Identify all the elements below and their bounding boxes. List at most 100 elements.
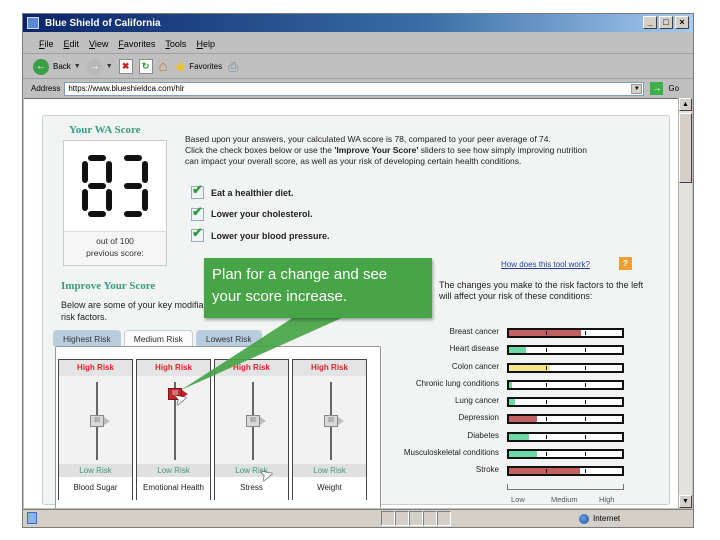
slider-handle[interactable]: III (246, 415, 266, 427)
risk-bar-tick (584, 400, 586, 405)
risk-row: Diabetes (389, 429, 665, 446)
risk-bar-tick (546, 348, 548, 353)
address-bar: Address https://www.blueshieldca.com/hlr… (23, 80, 693, 97)
refresh-icon: ↻ (138, 59, 153, 74)
maximize-button[interactable]: □ (659, 16, 673, 29)
risk-tabs: Highest Risk Medium Risk Lowest Risk (53, 330, 265, 346)
back-button[interactable]: ← Back ▼ (33, 58, 81, 75)
go-button[interactable]: Go (668, 84, 679, 93)
risk-bar-tick (584, 469, 586, 474)
status-cell (437, 511, 451, 526)
back-dropdown-icon[interactable]: ▼ (74, 63, 81, 70)
high-risk-label: High Risk (293, 360, 366, 376)
risk-bar (507, 328, 624, 338)
scroll-thumb[interactable] (679, 113, 692, 183)
previous-score-label: previous score: (86, 248, 144, 258)
risk-row: Depression (389, 411, 665, 428)
risk-bar-fill (509, 364, 550, 371)
scroll-down-button[interactable]: ▼ (679, 495, 692, 508)
menu-help[interactable]: Help (196, 39, 215, 49)
improvement-checklist: Eat a healthier diet. Lower your cholest… (191, 182, 330, 247)
risk-bar-tick (546, 331, 548, 335)
menu-tools[interactable]: Tools (165, 39, 186, 49)
minimize-button[interactable]: _ (643, 16, 657, 29)
go-arrow-icon[interactable]: → (650, 82, 664, 95)
risk-bar (507, 345, 624, 356)
risk-bar-tick (546, 417, 548, 422)
refresh-button[interactable]: ↻ (138, 59, 153, 74)
risk-bar (507, 397, 624, 408)
title-bar: Blue Shield of California _ □ × (23, 14, 693, 32)
print-icon: ⎙ (228, 58, 239, 74)
risk-label: Lung cancer (454, 396, 499, 406)
check-label: Lower your blood pressure. (211, 230, 330, 241)
status-cell (395, 511, 409, 526)
back-icon: ← (33, 58, 49, 75)
help-icon[interactable]: ? (619, 257, 632, 270)
checkbox-checked-icon[interactable] (191, 204, 204, 221)
checkbox-checked-icon[interactable] (191, 182, 204, 200)
digit-segment (88, 183, 106, 189)
intro-line-2-pre: Click the check boxes below or use the (185, 145, 335, 155)
close-button[interactable]: × (675, 16, 689, 29)
favorites-button[interactable]: ★ Favorites (174, 58, 222, 76)
digit-segment (88, 155, 106, 161)
menu-edit[interactable]: Edit (64, 39, 80, 49)
browser-window: Blue Shield of California _ □ × File Edi… (22, 13, 694, 528)
risk-row: Stroke (389, 463, 665, 480)
score-digit (82, 155, 112, 217)
callout-line-1: Plan for a change and see (212, 266, 388, 283)
intro-line-3: can impact your overall score, as well a… (185, 156, 522, 166)
stop-button[interactable]: ✖ (118, 59, 133, 74)
slider-handle[interactable]: III (324, 415, 344, 427)
score-box: out of 100 previous score: (63, 140, 167, 266)
vertical-scrollbar[interactable]: ▲ ▼ (678, 98, 692, 508)
risk-bar (507, 466, 624, 477)
risk-bar-fill (509, 468, 581, 475)
address-input[interactable]: https://www.blueshieldca.com/hlr ▼ (64, 81, 645, 96)
tab-lowest-risk[interactable]: Lowest Risk (195, 330, 262, 346)
risk-bar-tick (546, 469, 548, 474)
toolbar: ← Back ▼ → ▼ ✖ ↻ ⌂ ★ Favorites ⎙ (23, 55, 693, 79)
status-cells (381, 511, 451, 526)
print-button[interactable]: ⎙ (228, 59, 238, 75)
menu-favorites[interactable]: Favorites (118, 39, 155, 49)
check-healthier-diet[interactable]: Eat a healthier diet. (191, 182, 330, 204)
scroll-up-button[interactable]: ▲ (679, 98, 692, 111)
intro-line-1: Based upon your answers, your calculated… (185, 134, 551, 144)
risk-label: Stroke (475, 465, 499, 475)
scale-low: Low (511, 495, 525, 504)
high-risk-label: High Risk (215, 360, 288, 376)
score-display (64, 147, 166, 227)
risk-bar-fill (509, 416, 538, 423)
menu-file[interactable]: File (39, 39, 54, 49)
page-viewport: Your WA Score out of 100 previous score:… (24, 98, 679, 508)
improve-score-title: Improve Your Score (61, 280, 156, 292)
low-risk-label: Low Risk (215, 464, 288, 477)
stop-icon: ✖ (118, 59, 133, 74)
slider-handle[interactable]: III (90, 415, 110, 427)
risk-label: Breast cancer (449, 327, 499, 336)
forward-dropdown-icon[interactable]: ▼ (106, 63, 113, 70)
score-out-of: out of 100 (96, 236, 134, 246)
intro-line-2-bold: 'Improve Your Score' (334, 145, 419, 155)
risk-bar (507, 362, 624, 373)
address-dropdown-icon[interactable]: ▼ (631, 83, 643, 94)
tab-medium-risk[interactable]: Medium Risk (123, 330, 193, 346)
intro-text: Based upon your answers, your calculated… (185, 134, 645, 167)
forward-button[interactable]: → ▼ (86, 58, 113, 75)
digit-segment (106, 189, 112, 211)
how-does-this-tool-work-link[interactable]: How does this tool work? (501, 260, 590, 269)
menu-bar: File Edit View Favorites Tools Help (23, 34, 693, 54)
checkbox-checked-icon[interactable] (191, 225, 204, 243)
menu-view[interactable]: View (89, 39, 108, 49)
check-lower-cholesterol[interactable]: Lower your cholesterol. (191, 204, 330, 226)
tab-highest-risk[interactable]: Highest Risk (53, 330, 121, 346)
score-footer: out of 100 previous score: (64, 231, 166, 265)
check-lower-blood-pressure[interactable]: Lower your blood pressure. (191, 225, 330, 247)
status-bar: Internet (23, 509, 693, 527)
home-button[interactable]: ⌂ (159, 58, 168, 75)
check-label: Lower your cholesterol. (211, 209, 313, 220)
risk-bar (507, 379, 624, 390)
risk-bar-tick (546, 434, 548, 439)
